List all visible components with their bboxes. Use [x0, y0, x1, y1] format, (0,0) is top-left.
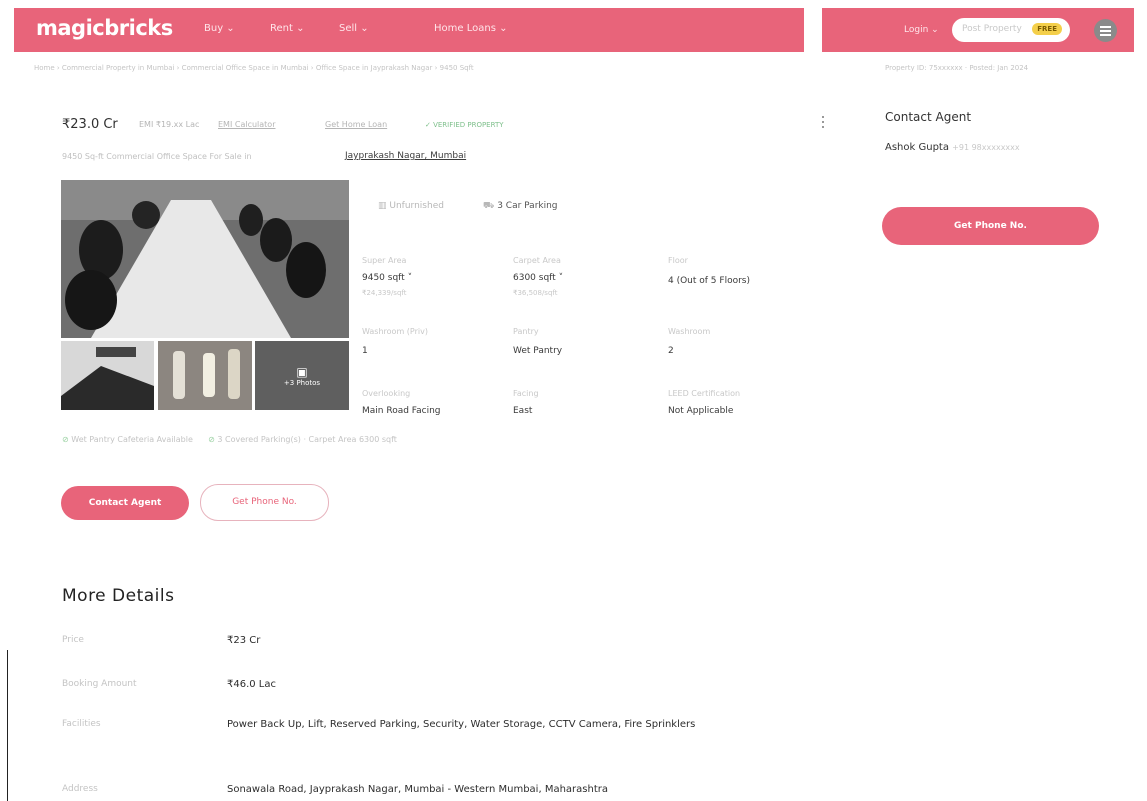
- spec-sub: ₹24,339/sqft: [362, 289, 407, 297]
- nav-home-loans[interactable]: Home Loans ⌄: [434, 23, 507, 34]
- detail-value-price: ₹23 Cr: [227, 635, 261, 646]
- detail-label-facilities: Facilities: [62, 719, 101, 729]
- contact-agent-button[interactable]: Contact Agent: [61, 486, 189, 520]
- detail-label-booking: Booking Amount: [62, 679, 137, 689]
- spec-value[interactable]: 6300 sqft ˅: [513, 273, 563, 283]
- spec-value: 1: [362, 346, 368, 356]
- spec-value: East: [513, 406, 533, 416]
- spec-value: 2: [668, 346, 674, 356]
- login-menu[interactable]: Login ⌄: [904, 25, 939, 35]
- more-photos-label: +3 Photos: [283, 378, 321, 387]
- header-gap: [804, 8, 822, 52]
- spec-label: Overlooking: [362, 389, 411, 398]
- more-photos-thumbnail[interactable]: ▣ +3 Photos: [255, 341, 349, 410]
- magicbricks-logo[interactable]: magicbricks: [36, 16, 173, 40]
- spec-value[interactable]: 9450 sqft ˅: [362, 273, 412, 283]
- detail-label-address: Address: [62, 784, 98, 794]
- spec-label: Super Area: [362, 256, 407, 265]
- listing-subtitle: 9450 Sq-ft Commercial Office Space For S…: [62, 152, 252, 161]
- gallery-icon: ▣: [296, 364, 308, 379]
- home-loan-link[interactable]: Get Home Loan: [325, 120, 387, 129]
- check-circle-icon: ⊘: [62, 435, 69, 444]
- parking-info: ⛟ 3 Car Parking: [483, 201, 558, 211]
- thumbnail-image: [61, 341, 154, 410]
- locality-link[interactable]: Jayprakash Nagar, Mumbai: [345, 151, 466, 161]
- spec-value: 4 (Out of 5 Floors): [668, 276, 750, 286]
- free-badge: FREE: [1032, 23, 1062, 35]
- breadcrumb[interactable]: Home › Commercial Property in Mumbai › C…: [34, 64, 474, 72]
- agent-phone: +91 98xxxxxxxx: [952, 143, 1020, 152]
- spec-label: Pantry: [513, 327, 539, 336]
- spec-value: Wet Pantry: [513, 346, 563, 356]
- spec-label: Washroom (Priv): [362, 327, 428, 336]
- top-navigation-bar: magicbricks Buy ⌄ Rent ⌄ Sell ⌄ Home Loa…: [14, 8, 1134, 52]
- post-property-button[interactable]: Post Property FREE: [952, 18, 1070, 42]
- spec-label: LEED Certification: [668, 389, 741, 398]
- spec-label: Floor: [668, 256, 688, 265]
- contact-agent-title: Contact Agent: [885, 110, 972, 124]
- more-details-title: More Details: [62, 586, 175, 606]
- sidebar-get-phone-button[interactable]: Get Phone No.: [882, 207, 1099, 245]
- feature-highlights: ⊘ Wet Pantry Cafeteria Available ⊘ 3 Cov…: [62, 435, 397, 444]
- nav-buy[interactable]: Buy ⌄: [204, 23, 235, 34]
- agent-info: Ashok Gupta +91 98xxxxxxxx: [885, 142, 1020, 153]
- detail-value-booking: ₹46.0 Lac: [227, 679, 277, 690]
- page-edge-line: [7, 650, 8, 801]
- verified-badge: ✓ VERIFIED PROPERTY: [425, 121, 504, 129]
- spec-sub: ₹36,508/sqft: [513, 289, 558, 297]
- feature-pantry: Wet Pantry Cafeteria Available: [71, 435, 193, 444]
- car-icon: ⛟: [483, 201, 495, 211]
- detail-value-facilities: Power Back Up, Lift, Reserved Parking, S…: [227, 719, 696, 730]
- more-options-icon[interactable]: [822, 116, 825, 131]
- get-phone-button[interactable]: Get Phone No.: [200, 484, 329, 521]
- spec-value: Main Road Facing: [362, 406, 441, 416]
- check-circle-icon: ⊘: [208, 435, 215, 444]
- emi-text: EMI ₹19.xx Lac: [139, 120, 200, 129]
- property-id-text: Property ID: 75xxxxxx · Posted: Jan 2024: [885, 64, 1029, 72]
- thumbnail-image: [158, 341, 252, 410]
- hamburger-menu-icon[interactable]: [1094, 19, 1117, 42]
- emi-calculator-link[interactable]: EMI Calculator: [218, 120, 275, 129]
- agent-name: Ashok Gupta: [885, 142, 949, 153]
- spec-label: Washroom: [668, 327, 711, 336]
- spec-label: Carpet Area: [513, 256, 561, 265]
- post-property-label: Post Property: [962, 24, 1022, 34]
- nav-rent[interactable]: Rent ⌄: [270, 23, 304, 34]
- photo-thumbnail-1[interactable]: [61, 341, 154, 410]
- spec-value: Not Applicable: [668, 406, 734, 416]
- nav-sell[interactable]: Sell ⌄: [339, 23, 369, 34]
- office-photo-image: [61, 180, 349, 338]
- property-price: ₹23.0 Cr: [62, 117, 118, 132]
- photo-thumbnail-2[interactable]: [158, 341, 252, 410]
- detail-label-price: Price: [62, 635, 84, 645]
- detail-value-address: Sonawala Road, Jayprakash Nagar, Mumbai …: [227, 784, 608, 795]
- furnishing-icon: ▥: [378, 201, 387, 211]
- feature-parking: 3 Covered Parking(s) · Carpet Area 6300 …: [217, 435, 397, 444]
- main-property-photo[interactable]: [61, 180, 349, 338]
- furnishing-info: ▥ Unfurnished: [378, 201, 444, 211]
- spec-label: Facing: [513, 389, 539, 398]
